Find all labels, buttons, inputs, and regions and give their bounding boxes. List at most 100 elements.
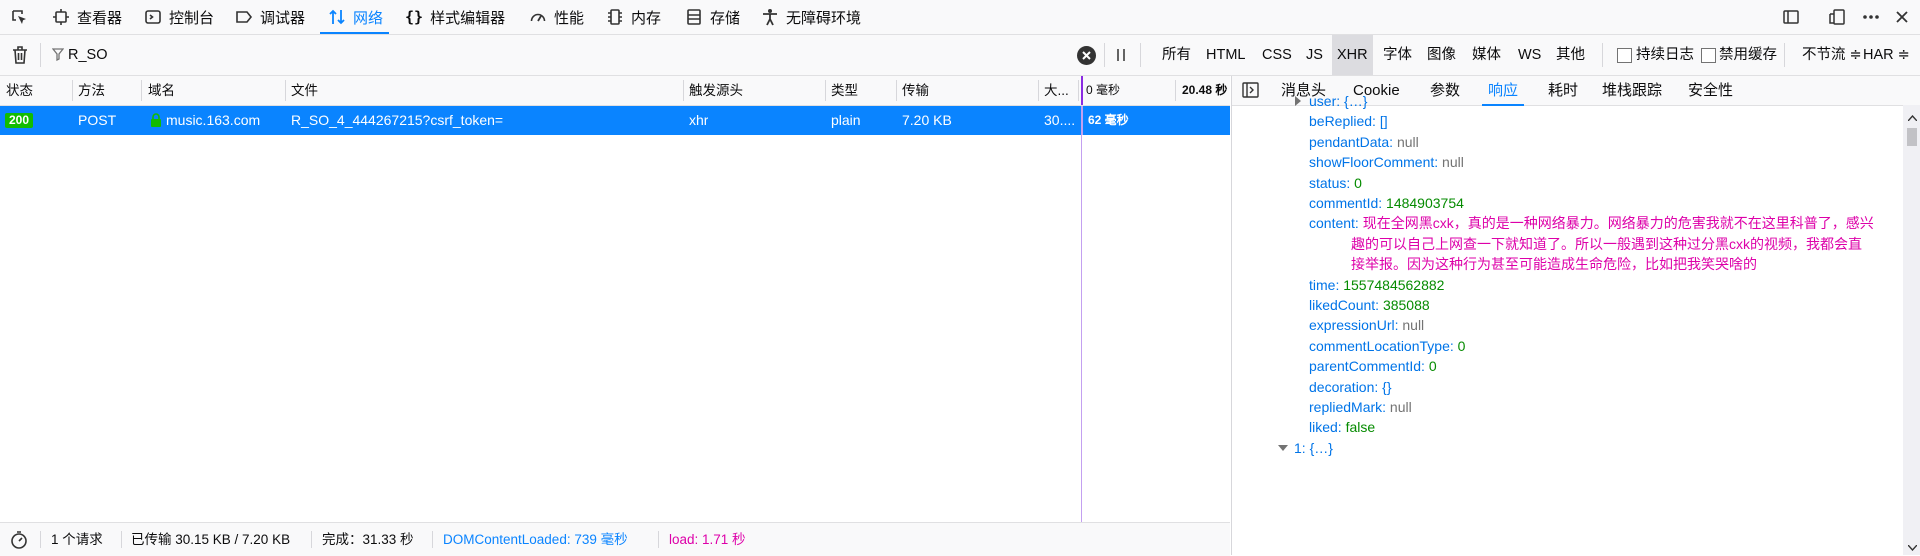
more-icon — [1863, 15, 1879, 19]
filter-css-button[interactable]: CSS — [1262, 35, 1292, 75]
dom-loaded-line — [1081, 135, 1082, 522]
tab-console[interactable]: 控制台 — [144, 0, 214, 34]
close-devtools-button[interactable] — [1893, 0, 1911, 34]
clear-filter-button[interactable] — [1077, 46, 1096, 65]
persist-log-label: 持续日志 — [1636, 47, 1694, 63]
column-status[interactable]: 状态 — [6, 76, 33, 105]
tab-performance[interactable]: 性能 — [529, 0, 584, 34]
inspector-icon — [53, 9, 69, 25]
tab-response[interactable]: 响应 — [1481, 76, 1525, 106]
tab-params[interactable]: 参数 — [1430, 76, 1460, 105]
tab-inspector[interactable]: 查看器 — [52, 0, 122, 34]
filter-ws-button[interactable]: WS — [1518, 35, 1541, 75]
filter-all-button[interactable]: 所有 — [1162, 35, 1191, 75]
json-prop-user[interactable]: user: {…} — [1295, 91, 1367, 111]
column-size[interactable]: 大... — [1044, 76, 1069, 105]
tab-style-editor[interactable]: {} 样式编辑器 — [405, 0, 505, 34]
dock-options-button[interactable] — [1828, 0, 1846, 34]
json-prop-1[interactable]: 1: {…} — [1278, 438, 1333, 458]
filter-html-button[interactable]: HTML — [1206, 35, 1245, 75]
json-value: [] — [1379, 113, 1388, 130]
vertical-scrollbar[interactable] — [1903, 105, 1920, 555]
request-count: 1 个请求 — [51, 532, 103, 547]
status-badge: 200 — [5, 113, 33, 128]
json-prop-parentCommentId: parentCommentId: 0 — [1309, 356, 1437, 376]
column-file[interactable]: 文件 — [291, 76, 318, 105]
row-cause: xhr — [689, 112, 709, 128]
responsive-design-icon — [1783, 10, 1799, 24]
request-row[interactable]: 200 POST music.163.com R_SO_4_444267215?… — [0, 106, 1230, 135]
har-menu-button[interactable]: HAR ≑ — [1863, 35, 1910, 75]
filter-images-button[interactable]: 图像 — [1427, 35, 1456, 75]
scroll-down-arrow[interactable] — [1907, 539, 1918, 554]
tab-debugger-label: 调试器 — [260, 9, 306, 27]
json-value: 1557484562882 — [1343, 276, 1445, 293]
clear-requests-button[interactable] — [11, 45, 29, 68]
tab-inspector-label: 查看器 — [77, 9, 123, 27]
json-key: 1: — [1294, 439, 1310, 456]
collapse-arrow-icon[interactable] — [1278, 443, 1288, 453]
json-prop-commentId: commentId: 1484903754 — [1309, 193, 1464, 213]
json-value: 趣的可以自己上网查一下就知道了。所以一般遇到这种过分黑cxk的视频，我都会直 — [1351, 235, 1862, 252]
column-type[interactable]: 类型 — [831, 76, 858, 105]
tab-memory-label: 内存 — [631, 9, 662, 27]
json-prop-expressionUrl: expressionUrl: null — [1309, 315, 1424, 335]
json-key: expressionUrl: — [1309, 317, 1403, 334]
load-time: load: 1.71 秒 — [669, 532, 746, 547]
scroll-thumb[interactable] — [1907, 128, 1917, 146]
divider — [121, 531, 122, 548]
json-value: false — [1345, 419, 1376, 436]
expand-arrow-icon[interactable] — [1293, 96, 1303, 106]
tab-stack-trace[interactable]: 堆栈跟踪 — [1602, 76, 1662, 105]
json-key: user: — [1309, 93, 1345, 109]
column-divider — [825, 80, 826, 101]
column-method[interactable]: 方法 — [78, 76, 105, 105]
pause-icon[interactable] — [1116, 49, 1126, 64]
tab-timings[interactable]: 耗时 — [1548, 76, 1578, 105]
filter-fonts-button[interactable]: 字体 — [1383, 35, 1412, 75]
trash-icon — [13, 46, 27, 64]
column-transferred[interactable]: 传输 — [902, 76, 929, 105]
tab-storage[interactable]: 存储 — [685, 0, 740, 34]
throttling-select[interactable]: 不节流 ≑ — [1802, 35, 1862, 75]
column-divider — [72, 80, 73, 101]
filter-media-button[interactable]: 媒体 — [1472, 35, 1501, 75]
tab-accessibility-label: 无障碍环境 — [786, 9, 862, 27]
column-domain[interactable]: 域名 — [148, 76, 175, 105]
filter-js-button[interactable]: JS — [1306, 35, 1323, 75]
tab-performance-label: 性能 — [554, 9, 585, 27]
disable-cache-checkbox[interactable] — [1701, 48, 1716, 63]
tab-memory[interactable]: 内存 — [606, 0, 661, 34]
column-divider — [141, 80, 142, 101]
waterfall-end-label: 20.48 秒 — [1182, 83, 1228, 97]
json-prop-continuation: 接举报。因为这种行为甚至可能造成生命危险，比如把我笑哭啥的 — [1351, 254, 1757, 274]
filter-xhr-button[interactable]: XHR — [1332, 35, 1373, 75]
json-value: null — [1442, 154, 1464, 171]
json-prop-commentLocationType: commentLocationType: 0 — [1309, 336, 1465, 356]
scroll-up-arrow[interactable] — [1907, 109, 1918, 124]
json-prop-continuation: 趣的可以自己上网查一下就知道了。所以一般遇到这种过分黑cxk的视频，我都会直 — [1351, 234, 1862, 254]
filter-icon — [51, 48, 65, 64]
json-prop-repliedMark: repliedMark: null — [1309, 397, 1412, 417]
more-options-button[interactable] — [1862, 0, 1880, 34]
tab-style-editor-label: 样式编辑器 — [430, 9, 506, 27]
tab-debugger[interactable]: 调试器 — [235, 0, 305, 34]
json-value: 现在全网黑cxk，真的是一种网络暴力。网络暴力的危害我就不在这里科普了，感兴 — [1362, 215, 1874, 232]
responsive-design-button[interactable] — [1782, 0, 1800, 34]
filter-urls-input[interactable] — [68, 43, 1068, 67]
element-picker-button[interactable] — [10, 0, 28, 34]
tab-security[interactable]: 安全性 — [1688, 76, 1733, 105]
row-method: POST — [78, 112, 117, 128]
divider — [1784, 43, 1785, 67]
performance-analysis-button[interactable] — [10, 531, 28, 552]
tab-accessibility[interactable]: 无障碍环境 — [761, 0, 861, 34]
tab-network[interactable]: 网络 — [319, 0, 390, 34]
toggle-sidebar-button[interactable] — [1242, 82, 1259, 101]
json-key: beReplied: — [1309, 113, 1380, 130]
column-cause[interactable]: 触发源头 — [689, 76, 743, 105]
stopwatch-icon — [11, 531, 27, 549]
filter-other-button[interactable]: 其他 — [1556, 35, 1585, 75]
divider — [311, 531, 312, 548]
performance-icon — [530, 13, 546, 22]
persist-log-checkbox[interactable] — [1617, 48, 1632, 63]
